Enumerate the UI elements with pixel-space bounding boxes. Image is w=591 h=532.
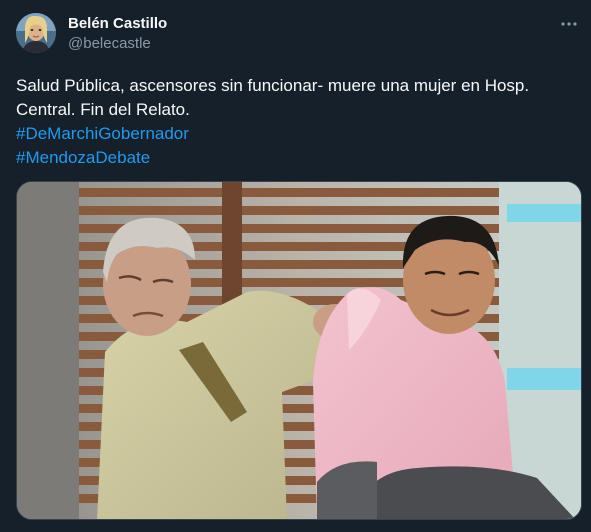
profile-photo: [16, 13, 56, 53]
more-horizontal-icon: [561, 22, 577, 26]
tweet-card: Belén Castillo @belecastle Salud Pública…: [0, 0, 591, 532]
hashtag-link[interactable]: #DeMarchiGobernador: [16, 122, 576, 146]
author-info: Belén Castillo @belecastle: [68, 14, 167, 54]
author-display-name[interactable]: Belén Castillo: [68, 14, 167, 33]
tweet-media-photo[interactable]: [16, 181, 582, 520]
author-avatar[interactable]: [16, 13, 56, 53]
meme-photo: [17, 182, 581, 519]
more-options-button[interactable]: [559, 14, 579, 34]
tweet-text-line: Salud Pública, ascensores sin funcionar-…: [16, 76, 530, 95]
hashtag-link[interactable]: #MendozaDebate: [16, 146, 576, 170]
tweet-text: Salud Pública, ascensores sin funcionar-…: [16, 74, 576, 170]
tweet-text-line: Central. Fin del Relato.: [16, 100, 190, 119]
author-handle[interactable]: @belecastle: [68, 34, 167, 54]
